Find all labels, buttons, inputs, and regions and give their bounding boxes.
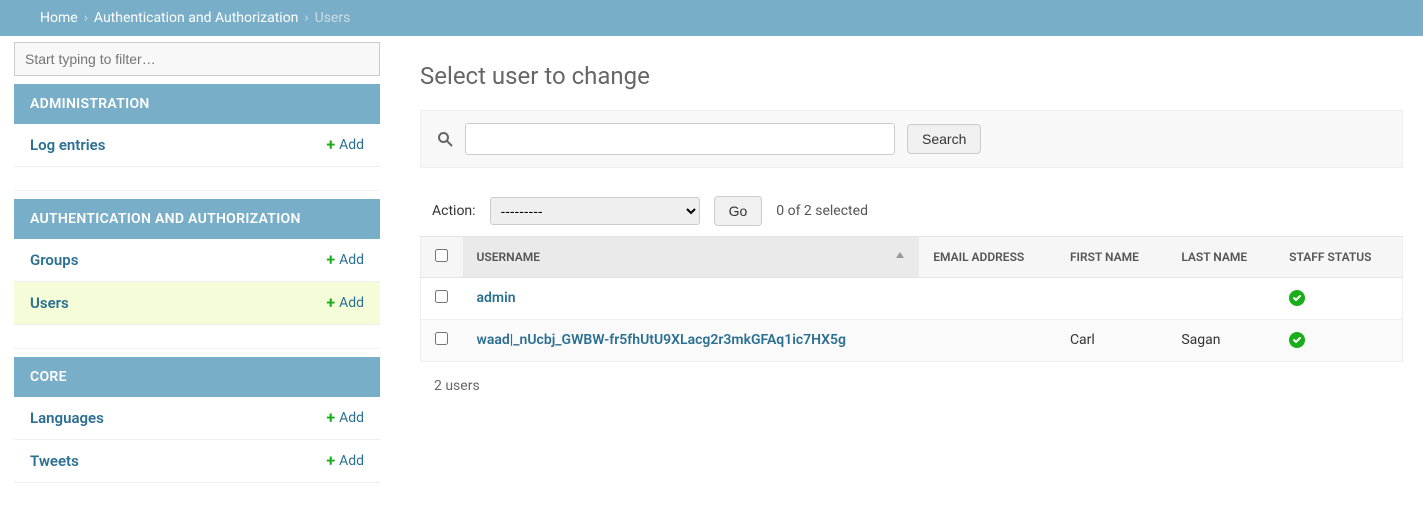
add-label: Add: [339, 295, 364, 311]
search-icon: [437, 131, 453, 147]
sidebar-item-add[interactable]: + Add: [326, 453, 364, 469]
sidebar-item-label[interactable]: Log entries: [30, 136, 105, 154]
sidebar-item-label[interactable]: Groups: [30, 251, 78, 269]
sidebar-section-administration: ADMINISTRATION Log entries + Add: [14, 84, 380, 167]
col-label: USERNAME: [477, 250, 540, 264]
username-link[interactable]: admin: [477, 290, 516, 306]
col-username[interactable]: USERNAME: [463, 237, 920, 278]
breadcrumb-current: Users: [315, 10, 351, 26]
check-circle-icon: [1289, 332, 1305, 348]
sidebar-item-tweets[interactable]: Tweets + Add: [14, 440, 380, 483]
add-label: Add: [339, 137, 364, 153]
sidebar-caption: CORE: [14, 357, 380, 397]
col-first-name[interactable]: FIRST NAME: [1056, 237, 1167, 278]
sidebar-item-languages[interactable]: Languages + Add: [14, 397, 380, 440]
page-title: Select user to change: [420, 62, 1403, 90]
cell-staff-status: [1275, 278, 1402, 320]
sidebar-item-add[interactable]: + Add: [326, 295, 364, 311]
sidebar-item-log-entries[interactable]: Log entries + Add: [14, 124, 380, 167]
search-toolbar: Search: [420, 110, 1403, 168]
plus-icon: +: [326, 453, 335, 469]
sidebar-item-label[interactable]: Tweets: [30, 452, 79, 470]
sidebar-item-groups[interactable]: Groups + Add: [14, 239, 380, 282]
table-row: waad|_nUcbj_GWBW-fr5fhUtU9XLacg2r3mkGFAq…: [421, 320, 1403, 362]
breadcrumb-home[interactable]: Home: [40, 10, 78, 26]
search-button[interactable]: Search: [907, 124, 981, 154]
cell-email: [919, 320, 1056, 362]
cell-last-name: Sagan: [1167, 320, 1275, 362]
cell-last-name: [1167, 278, 1275, 320]
sidebar-gap: [14, 167, 380, 191]
sidebar-item-add[interactable]: + Add: [326, 252, 364, 268]
plus-icon: +: [326, 252, 335, 268]
col-last-name[interactable]: LAST NAME: [1167, 237, 1275, 278]
col-select-all: [421, 237, 463, 278]
sidebar-gap: [14, 325, 380, 349]
sidebar-filter-input[interactable]: [14, 42, 380, 76]
sidebar-item-add[interactable]: + Add: [326, 137, 364, 153]
sidebar-item-label[interactable]: Languages: [30, 409, 104, 427]
sidebar-caption: ADMINISTRATION: [14, 84, 380, 124]
add-label: Add: [339, 410, 364, 426]
breadcrumb-sep: ›: [304, 10, 308, 26]
sort-asc-icon: [895, 250, 905, 260]
cell-first-name: Carl: [1056, 320, 1167, 362]
cell-staff-status: [1275, 320, 1402, 362]
plus-icon: +: [326, 295, 335, 311]
cell-first-name: [1056, 278, 1167, 320]
results-table: USERNAME EMAIL ADDRESS FIRST NAME LAST N…: [420, 236, 1403, 362]
sidebar-item-add[interactable]: + Add: [326, 410, 364, 426]
main-content: Select user to change Search Action: ---…: [380, 36, 1423, 483]
sidebar-caption: AUTHENTICATION AND AUTHORIZATION: [14, 199, 380, 239]
breadcrumb: Home › Authentication and Authorization …: [0, 0, 1423, 36]
sidebar-item-label[interactable]: Users: [30, 294, 69, 312]
sidebar-section-auth: AUTHENTICATION AND AUTHORIZATION Groups …: [14, 199, 380, 325]
check-circle-icon: [1289, 290, 1305, 306]
selected-count: 0 of 2 selected: [776, 203, 868, 219]
sidebar-item-users[interactable]: Users + Add: [14, 282, 380, 325]
plus-icon: +: [326, 410, 335, 426]
table-row: admin: [421, 278, 1403, 320]
col-staff-status[interactable]: STAFF STATUS: [1275, 237, 1402, 278]
action-label: Action:: [432, 203, 476, 219]
go-button[interactable]: Go: [714, 196, 763, 226]
breadcrumb-app[interactable]: Authentication and Authorization: [94, 10, 299, 26]
action-row: Action: --------- Go 0 of 2 selected: [420, 192, 1403, 236]
plus-icon: +: [326, 137, 335, 153]
sidebar-section-core: CORE Languages + Add Tweets + Add: [14, 357, 380, 483]
add-label: Add: [339, 252, 364, 268]
username-link[interactable]: waad|_nUcbj_GWBW-fr5fhUtU9XLacg2r3mkGFAq…: [477, 332, 847, 348]
row-checkbox[interactable]: [435, 332, 448, 345]
search-input[interactable]: [465, 123, 895, 155]
select-all-checkbox[interactable]: [435, 249, 448, 262]
sidebar: ADMINISTRATION Log entries + Add AUTHENT…: [0, 36, 380, 483]
cell-email: [919, 278, 1056, 320]
breadcrumb-sep: ›: [84, 10, 88, 26]
row-checkbox[interactable]: [435, 290, 448, 303]
col-email[interactable]: EMAIL ADDRESS: [919, 237, 1056, 278]
action-select[interactable]: ---------: [490, 197, 700, 225]
row-count: 2 users: [420, 362, 1403, 398]
add-label: Add: [339, 453, 364, 469]
